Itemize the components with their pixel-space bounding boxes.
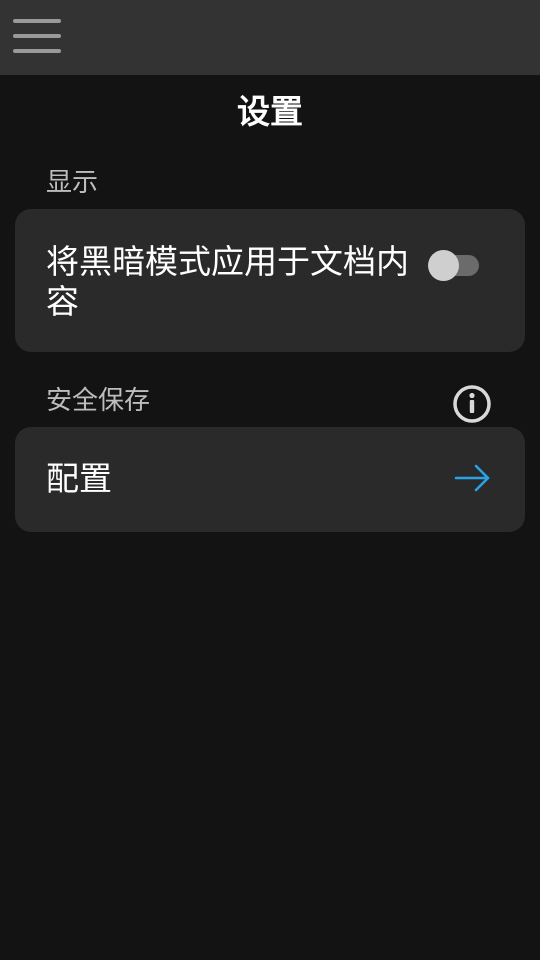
dark-mode-setting-label: 将黑暗模式应用于文档内容 — [46, 242, 409, 321]
menu-button[interactable] — [10, 14, 66, 60]
app-bar — [0, 0, 540, 75]
toggle-thumb — [428, 250, 459, 281]
hamburger-menu-icon — [10, 14, 66, 60]
config-setting-label: 配置 — [46, 459, 112, 498]
dark-mode-setting-card[interactable]: 将黑暗模式应用于文档内容 — [15, 209, 525, 352]
info-icon[interactable] — [451, 383, 493, 425]
section-label-secure-save: 安全保存 — [46, 386, 151, 416]
dark-mode-toggle[interactable] — [427, 249, 483, 283]
arrow-right-icon[interactable] — [452, 462, 494, 496]
config-setting-card[interactable]: 配置 — [15, 427, 525, 532]
page-title: 设置 — [237, 92, 303, 131]
section-label-display: 显示 — [46, 168, 99, 198]
